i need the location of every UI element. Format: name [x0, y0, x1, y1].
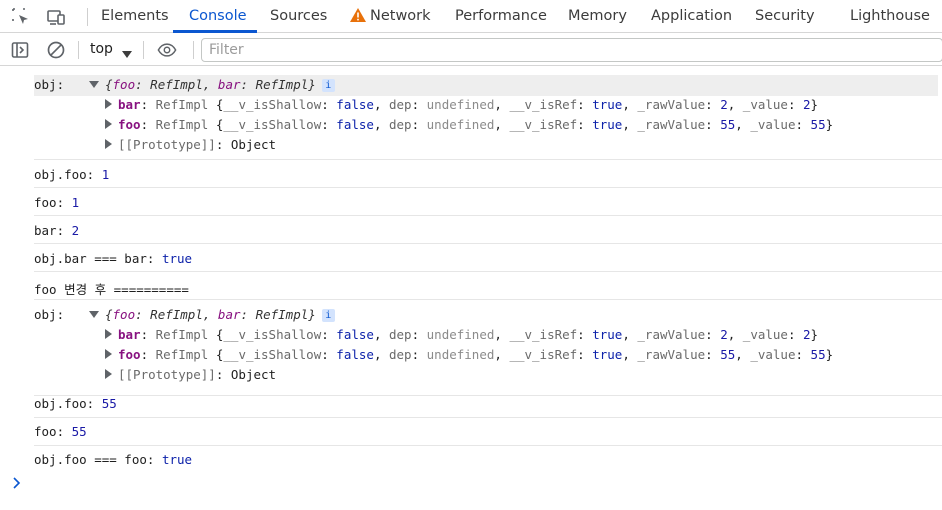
message-label: bar:	[34, 223, 65, 238]
message-value: true	[161, 251, 193, 266]
message-value: 55	[101, 396, 117, 411]
device-toolbar-icon[interactable]	[46, 7, 66, 27]
console-message: obj.foo: 1	[34, 160, 942, 188]
object-summary[interactable]: {foo: RefImpl, bar: RefImpl} i	[89, 77, 335, 93]
tab-console[interactable]: Console	[189, 0, 247, 33]
expand-triangle-icon[interactable]	[89, 311, 99, 318]
collapse-triangle-icon[interactable]	[105, 369, 112, 379]
message-label: foo 변경 후 ==========	[34, 282, 189, 297]
toolbar-divider	[78, 41, 79, 59]
message-label: foo:	[34, 424, 65, 439]
devtools-tabbar: Elements Console Sources Network Perform…	[0, 0, 942, 33]
tabbar-divider	[87, 8, 88, 26]
info-icon[interactable]: i	[321, 309, 335, 322]
tab-performance[interactable]: Performance	[455, 0, 547, 33]
tab-sources[interactable]: Sources	[270, 0, 327, 33]
info-icon[interactable]: i	[321, 79, 335, 92]
tab-lighthouse[interactable]: Lighthouse	[850, 0, 930, 33]
message-value: 55	[71, 424, 87, 439]
chevron-down-icon[interactable]	[122, 46, 132, 62]
toolbar-divider	[143, 41, 144, 59]
collapse-triangle-icon[interactable]	[105, 329, 112, 339]
prototype-row[interactable]: [[Prototype]]: Object	[105, 367, 276, 382]
expand-triangle-icon[interactable]	[89, 81, 99, 88]
filter-input[interactable]	[201, 38, 942, 62]
console-prompt-chevron-icon[interactable]	[12, 477, 22, 492]
tab-security[interactable]: Security	[755, 0, 815, 33]
console-message: bar: 2	[34, 216, 942, 244]
property-row[interactable]: foo: RefImpl {__v_isShallow: false, dep:…	[105, 117, 833, 132]
console-message: foo 변경 후 ==========	[34, 272, 942, 300]
context-selector[interactable]: top	[90, 34, 113, 66]
message-label: obj.foo:	[34, 167, 95, 182]
console-message: obj.bar === bar: true	[34, 244, 942, 272]
warning-icon	[350, 2, 366, 34]
console-output: obj: {foo: RefImpl, bar: RefImpl} i bar: …	[0, 66, 942, 510]
active-tab-indicator	[173, 30, 257, 33]
message-value: 2	[71, 223, 80, 238]
console-message: obj.foo === foo: true	[34, 446, 942, 474]
console-message: obj.foo: 55	[34, 390, 942, 418]
property-row[interactable]: bar: RefImpl {__v_isShallow: false, dep:…	[105, 327, 818, 342]
console-message: foo: 55	[34, 418, 942, 446]
tab-network-label: Network	[370, 8, 431, 24]
show-sidebar-icon[interactable]	[10, 40, 30, 60]
tab-network[interactable]: Network	[350, 0, 431, 33]
collapse-triangle-icon[interactable]	[105, 99, 112, 109]
collapse-triangle-icon[interactable]	[105, 139, 112, 149]
prototype-row[interactable]: [[Prototype]]: Object	[105, 137, 276, 152]
console-message-object: obj: {foo: RefImpl, bar: RefImpl} i bar: …	[34, 300, 942, 396]
console-message-object: obj: {foo: RefImpl, bar: RefImpl} i bar: …	[34, 66, 942, 160]
message-value: true	[161, 452, 193, 467]
collapse-triangle-icon[interactable]	[105, 119, 112, 129]
message-label: obj.foo:	[34, 396, 95, 411]
message-label: obj.foo === foo:	[34, 452, 155, 467]
tab-memory[interactable]: Memory	[568, 0, 627, 33]
console-message: foo: 1	[34, 188, 942, 216]
inspect-element-icon[interactable]	[11, 7, 31, 27]
tab-elements[interactable]: Elements	[101, 0, 169, 33]
message-label: obj:	[34, 77, 65, 92]
message-value: 1	[71, 195, 80, 210]
property-row[interactable]: foo: RefImpl {__v_isShallow: false, dep:…	[105, 347, 833, 362]
tab-application[interactable]: Application	[651, 0, 732, 33]
live-expression-eye-icon[interactable]	[157, 40, 177, 60]
message-label: foo:	[34, 195, 65, 210]
message-value: 1	[101, 167, 110, 182]
collapse-triangle-icon[interactable]	[105, 349, 112, 359]
message-label: obj.bar === bar:	[34, 251, 155, 266]
message-label: obj:	[34, 307, 65, 322]
clear-console-icon[interactable]	[46, 40, 66, 60]
toolbar-divider	[193, 41, 194, 59]
property-row[interactable]: bar: RefImpl {__v_isShallow: false, dep:…	[105, 97, 818, 112]
object-summary[interactable]: {foo: RefImpl, bar: RefImpl} i	[89, 307, 335, 323]
console-toolbar: top	[0, 34, 942, 66]
